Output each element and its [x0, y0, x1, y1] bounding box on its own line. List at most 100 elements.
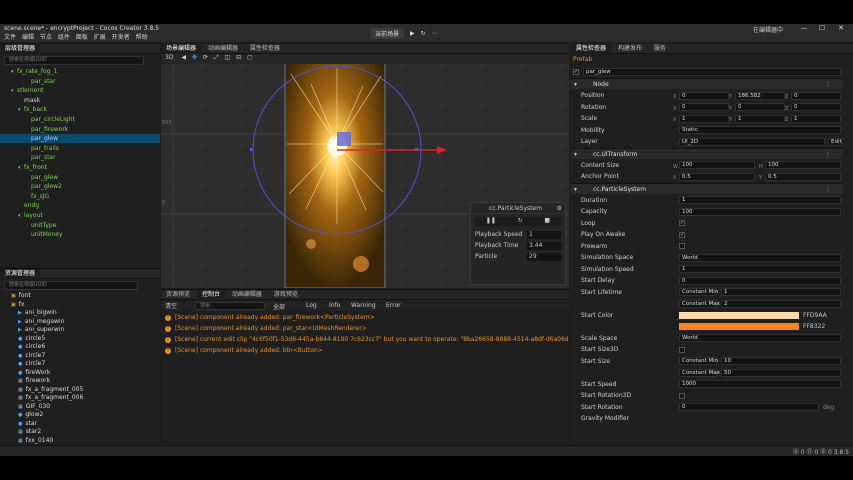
hierarchy-item[interactable]: par_firework	[0, 125, 160, 134]
warning-filter[interactable]: Warning	[351, 302, 376, 309]
asset-item[interactable]: ▦ firework	[0, 377, 160, 386]
open-in-editor-button[interactable]: 在编辑器中	[753, 25, 783, 33]
prop-input[interactable]: 1	[679, 265, 841, 273]
node-name-input[interactable]: par_glew	[583, 67, 841, 76]
tab-service[interactable]: 服务	[649, 44, 671, 54]
menu-edit[interactable]: 编辑	[22, 33, 34, 42]
hierarchy-item[interactable]: unitMoney	[0, 230, 160, 239]
start-rotation3d-checkbox[interactable]	[679, 392, 685, 399]
tab-preview[interactable]: 属性检查器	[245, 44, 285, 54]
tab-console[interactable]: 控制台	[196, 290, 225, 300]
asset-item[interactable]: ● glow2	[0, 411, 160, 420]
asset-item[interactable]: ● circle7	[0, 360, 160, 369]
asset-item[interactable]: ▶ ani_bigwin	[0, 309, 160, 318]
close-button[interactable]: ✕	[834, 24, 848, 33]
log-filter[interactable]: Log	[306, 302, 317, 309]
rotation-z-input[interactable]: 0	[791, 103, 841, 111]
particle-panel-value[interactable]: 29	[527, 253, 561, 261]
tab-assets-preview[interactable]: 资源预览	[161, 290, 195, 300]
hierarchy-item[interactable]: par_trails	[0, 144, 160, 153]
asset-item[interactable]: ● fireWork	[0, 369, 160, 378]
prop-checkbox[interactable]: ✓	[679, 231, 685, 238]
tab-animation[interactable]: 动画编辑器	[203, 44, 243, 54]
hierarchy-item[interactable]: par_star	[0, 153, 160, 162]
menu-developer[interactable]: 开发者	[112, 33, 130, 42]
node-section[interactable]: ▾ Node ⋮	[571, 78, 843, 89]
frame-tool-icon[interactable]: ▢	[247, 54, 253, 61]
console-message[interactable]: ! [Scene] component already added: par_fi…	[165, 313, 375, 323]
clear-button[interactable]: 清空	[165, 303, 177, 310]
menu-extension[interactable]: 扩展	[94, 33, 106, 42]
more-icon[interactable]: ⋯	[432, 30, 438, 37]
settings-icon[interactable]: ⚙	[557, 205, 562, 212]
asset-item[interactable]: ● circle6	[0, 343, 160, 352]
position-z-input[interactable]: 0	[791, 91, 841, 100]
collapse-arrow-icon[interactable]: ▾	[574, 184, 577, 195]
asset-item[interactable]: ● circle5	[0, 335, 160, 344]
all-filter[interactable]: 全部	[273, 302, 285, 311]
constant-min-label[interactable]: Constant Min	[679, 288, 718, 296]
platform-select[interactable]: 当前场景	[370, 27, 405, 39]
start-speed-input[interactable]: 1000	[679, 380, 841, 388]
tab-game-preview[interactable]: 游戏预览	[269, 290, 303, 300]
prop-input[interactable]: 0	[679, 276, 841, 285]
start-color-swatch-2[interactable]	[679, 323, 799, 330]
pause-icon[interactable]: ❚❚	[486, 217, 496, 226]
collapse-arrow-icon[interactable]: ▾	[574, 149, 577, 160]
console-message[interactable]: ! [Scene] component already added: par_st…	[165, 324, 367, 334]
lifetime-min-input[interactable]: 1	[721, 288, 841, 296]
hierarchy-item[interactable]: par_glew	[0, 134, 160, 144]
scale-y-input[interactable]: 1	[735, 114, 785, 123]
layer-select[interactable]: UI_2D	[679, 137, 825, 146]
prop-input[interactable]: World	[679, 253, 841, 262]
tab-animation-editor[interactable]: 动画编辑器	[227, 290, 267, 300]
menu-file[interactable]: 文件	[4, 33, 16, 42]
prop-input[interactable]: 1	[679, 196, 841, 204]
move-tool-icon[interactable]: ✥	[192, 54, 197, 61]
tab-inspector[interactable]: 属性检查器	[571, 44, 612, 54]
hierarchy-item[interactable]: par_star	[0, 77, 160, 86]
asset-item[interactable]: ▦ GIF_030	[0, 403, 160, 412]
snap-tool-icon[interactable]: ⊟	[236, 54, 241, 61]
asset-item[interactable]: ▦ star2	[0, 428, 160, 437]
tab-assets[interactable]: 资源管理器	[0, 269, 41, 279]
scale-z-input[interactable]: 1	[791, 114, 841, 123]
start-rotation-input[interactable]: 0	[679, 403, 819, 411]
scale-x-input[interactable]: 1	[679, 114, 729, 123]
maximize-button[interactable]: ☐	[815, 24, 829, 33]
play-icon[interactable]: ▶	[410, 30, 415, 37]
hierarchy-item[interactable]: mask	[0, 96, 160, 105]
node-active-checkbox[interactable]: ✓	[573, 68, 579, 75]
3d-toggle[interactable]: 3D	[165, 54, 173, 61]
hierarchy-item[interactable]: par_glew	[0, 173, 160, 182]
prop-input[interactable]: 100	[679, 207, 841, 216]
size-max-input[interactable]: 50	[721, 368, 841, 377]
hierarchy-item[interactable]: ▾ fx_rate_fog_1	[0, 67, 160, 76]
hierarchy-item[interactable]: unitType	[0, 221, 160, 230]
asset-item[interactable]: ▶ ani_superwin	[0, 326, 160, 335]
particle-section[interactable]: ▾ cc.ParticleSystem ⋮	[571, 182, 843, 195]
lifetime-max-input[interactable]: 2	[721, 299, 841, 308]
mobility-select[interactable]: Static	[679, 126, 841, 134]
console-search-input[interactable]: 搜索	[195, 302, 265, 310]
rotate-tool-icon[interactable]: ⟳	[203, 54, 208, 61]
position-x-input[interactable]: 0	[679, 91, 729, 100]
tab-build[interactable]: 构建发布	[613, 44, 647, 54]
constant-max-label[interactable]: Constant Max	[679, 368, 720, 377]
hierarchy-item[interactable]: ▾ layout	[0, 211, 160, 220]
select-tool-icon[interactable]: ◀	[181, 54, 186, 61]
constant-max-label[interactable]: Constant Max	[679, 299, 720, 308]
prop-checkbox[interactable]	[679, 243, 685, 249]
prop-checkbox[interactable]: ✓	[679, 220, 685, 226]
section-menu-icon[interactable]: ⋮	[825, 79, 831, 90]
menu-panel[interactable]: 面板	[76, 33, 88, 42]
console-message[interactable]: ! [Scene] current edit clip "4c6f50f1-53d…	[165, 335, 569, 345]
assets-search-input[interactable]: 搜索名称或UUID	[4, 281, 138, 290]
info-filter[interactable]: Info	[329, 302, 340, 309]
error-filter[interactable]: Error	[386, 302, 401, 309]
rotation-x-input[interactable]: 0	[679, 103, 729, 111]
start-size3d-checkbox[interactable]	[679, 346, 685, 353]
rotation-y-input[interactable]: 0	[735, 103, 785, 111]
section-menu-icon[interactable]: ⋮	[825, 149, 831, 160]
hierarchy-search-input[interactable]: 搜索名称或UUID	[4, 56, 144, 65]
